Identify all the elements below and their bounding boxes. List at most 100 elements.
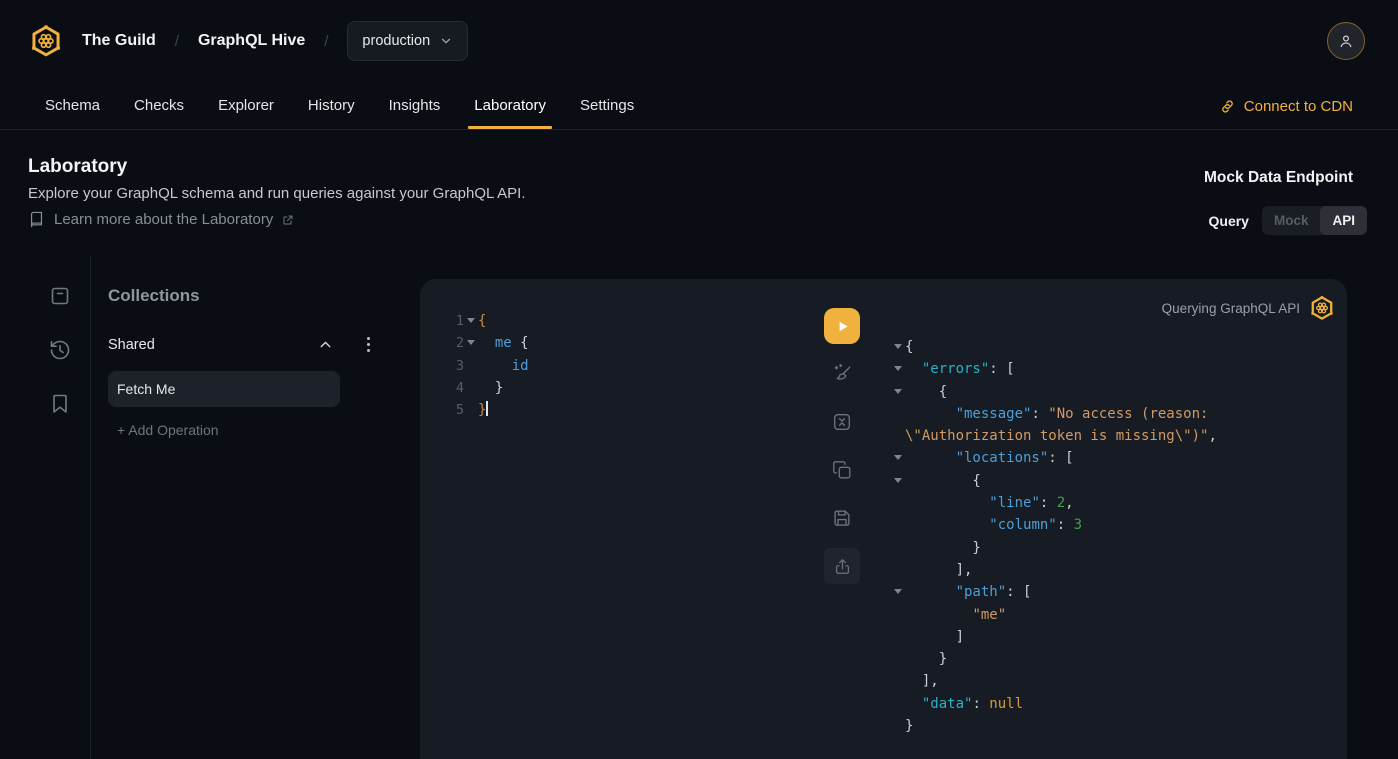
code-line: 1{	[440, 310, 810, 332]
fold-toggle-icon[interactable]	[894, 389, 902, 394]
connect-to-cdn-link[interactable]: Connect to CDN	[1219, 82, 1353, 130]
code-line: }	[874, 648, 1343, 670]
code-line: 4 }	[440, 377, 810, 399]
tab-schema[interactable]: Schema	[45, 82, 100, 129]
graphiql-panel: 1{2 me {3 id4 }5}	[420, 279, 1347, 759]
tab-settings[interactable]: Settings	[580, 82, 634, 129]
target-selector-dropdown[interactable]: production	[347, 21, 468, 61]
collections-panel: Collections Shared Fetch Me + Add Operat…	[92, 255, 418, 759]
result-lines: { "errors": [ { "message": "No access (r…	[874, 336, 1343, 737]
response-header: Querying GraphQL API	[1162, 295, 1335, 321]
page-title: Laboratory	[28, 156, 127, 178]
collection-group-shared[interactable]: Shared	[108, 334, 373, 355]
code-line: ],	[874, 670, 1343, 692]
code-line: {	[874, 336, 1343, 358]
breadcrumb: The Guild / GraphQL Hive / production	[29, 0, 468, 82]
mock-api-toggle: MockAPI	[1262, 206, 1367, 235]
operation-collections-icon[interactable]	[48, 284, 72, 308]
prettify-button[interactable]	[824, 356, 860, 392]
code-line: "data": null	[874, 693, 1343, 715]
code-line: "path": [	[874, 581, 1343, 603]
project-name[interactable]: GraphQL Hive	[198, 32, 305, 50]
share-button[interactable]	[824, 548, 860, 584]
code-line: "column": 3	[874, 514, 1343, 536]
editor-toolbar	[824, 308, 860, 584]
fold-toggle-icon[interactable]	[894, 366, 902, 371]
chevron-up-icon[interactable]	[317, 336, 334, 353]
execute-query-button[interactable]	[824, 308, 860, 344]
history-icon[interactable]	[48, 338, 72, 362]
org-name[interactable]: The Guild	[82, 32, 156, 50]
code-line: {	[874, 470, 1343, 492]
line-number: 4	[440, 377, 464, 399]
learn-more-link[interactable]: Learn more about the Laboratory	[28, 211, 294, 228]
tab-laboratory[interactable]: Laboratory	[474, 82, 546, 129]
tab-explorer[interactable]: Explorer	[218, 82, 274, 129]
code-line: "message": "No access (reason:	[874, 403, 1343, 425]
fold-toggle-icon[interactable]	[894, 455, 902, 460]
learn-more-label: Learn more about the Laboratory	[54, 211, 273, 228]
bookmark-icon[interactable]	[48, 392, 72, 416]
fold-toggle-icon[interactable]	[894, 589, 902, 594]
response-pane: Querying GraphQL API	[874, 279, 1347, 759]
nav-tabs: Schema Checks Explorer History Insights Labor…	[45, 82, 634, 129]
page-subtitle: Explore your GraphQL schema and run quer…	[28, 185, 526, 202]
line-number: 3	[440, 355, 464, 377]
mock-endpoint-controls: Query MockAPI	[1209, 206, 1368, 235]
code-line: "locations": [	[874, 447, 1343, 469]
collection-operation[interactable]: Fetch Me	[108, 371, 340, 407]
fold-toggle-icon[interactable]	[467, 318, 475, 323]
chevron-down-icon	[439, 34, 453, 48]
link-chain-icon	[1219, 98, 1236, 115]
tab-insights[interactable]: Insights	[389, 82, 441, 129]
laboratory-sidebar	[0, 255, 91, 759]
copy-icon	[831, 459, 853, 481]
mock-endpoint-title: Mock Data Endpoint	[1204, 169, 1353, 187]
copy-query-button[interactable]	[824, 452, 860, 488]
merge-icon	[831, 411, 853, 433]
line-number: 1	[440, 310, 464, 332]
save-button[interactable]	[824, 500, 860, 536]
query-editor[interactable]: 1{2 me {3 id4 }5}	[440, 310, 810, 421]
fold-toggle-icon[interactable]	[894, 344, 902, 349]
query-label: Query	[1209, 213, 1249, 229]
hive-logo-icon[interactable]	[29, 24, 63, 58]
code-line: 2 me {	[440, 332, 810, 354]
fold-toggle-icon[interactable]	[467, 340, 475, 345]
toggle-option-mock[interactable]: Mock	[1262, 206, 1321, 235]
line-number: 5	[440, 399, 464, 421]
toggle-option-api[interactable]: API	[1320, 206, 1367, 235]
add-operation-button[interactable]: + Add Operation	[117, 422, 418, 438]
code-line: "errors": [	[874, 358, 1343, 380]
tab-history[interactable]: History	[308, 82, 355, 129]
fold-toggle-icon[interactable]	[894, 478, 902, 483]
breadcrumb-separator: /	[175, 33, 179, 50]
share-upload-icon	[833, 557, 852, 576]
save-floppy-icon	[831, 507, 853, 529]
prettify-broom-icon	[831, 363, 853, 385]
top-header: The Guild / GraphQL Hive / production	[0, 0, 1398, 82]
user-avatar[interactable]	[1327, 22, 1365, 60]
person-icon	[1337, 32, 1355, 50]
code-line: "line": 2,	[874, 492, 1343, 514]
code-line: {	[874, 381, 1343, 403]
code-line: }	[874, 537, 1343, 559]
collections-title: Collections	[108, 286, 418, 306]
code-line: ],	[874, 559, 1343, 581]
merge-fragments-button[interactable]	[824, 404, 860, 440]
query-editor-lines: 1{2 me {3 id4 }5}	[440, 310, 810, 421]
target-selector-value: production	[362, 33, 430, 49]
code-line: \"Authorization token is missing\")",	[874, 425, 1343, 447]
line-number: 2	[440, 332, 464, 354]
connect-to-cdn-label: Connect to CDN	[1244, 98, 1353, 115]
tab-checks[interactable]: Checks	[134, 82, 184, 129]
response-endpoint-label: Querying GraphQL API	[1162, 301, 1300, 316]
hive-logo-icon	[1309, 295, 1335, 321]
code-line: }	[874, 715, 1343, 737]
text-cursor	[486, 401, 488, 416]
main-content: Collections Shared Fetch Me + Add Operat…	[0, 255, 1398, 759]
collection-menu-kebab-icon[interactable]	[364, 334, 373, 355]
collection-group-label: Shared	[108, 337, 155, 353]
collection-items: Fetch Me	[108, 371, 418, 407]
nav-bar: Schema Checks Explorer History Insights Labor…	[0, 82, 1398, 130]
